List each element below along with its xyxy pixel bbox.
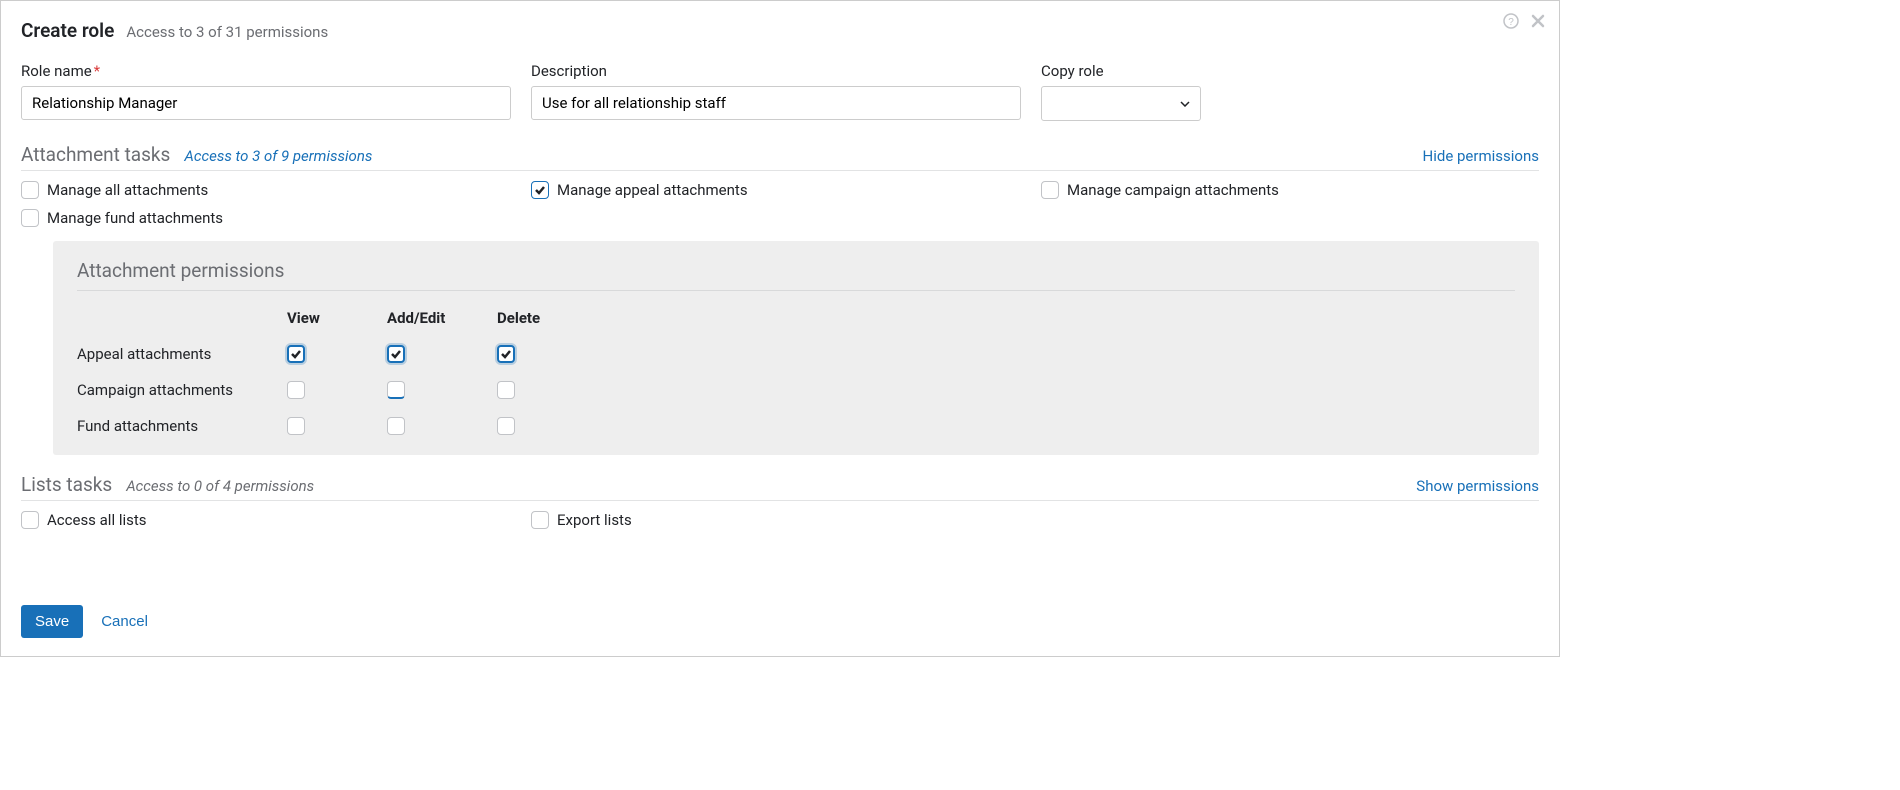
checkbox-manage-campaign-attachments[interactable] bbox=[1041, 181, 1059, 199]
col-head-view: View bbox=[287, 309, 387, 327]
role-name-group: Role name* bbox=[21, 62, 511, 121]
cancel-button[interactable]: Cancel bbox=[101, 613, 148, 630]
checkbox-export-lists[interactable] bbox=[531, 511, 549, 529]
cb-campaign-addedit[interactable] bbox=[387, 381, 405, 399]
chevron-down-icon bbox=[1180, 101, 1190, 107]
label-manage-appeal-attachments: Manage appeal attachments bbox=[557, 181, 748, 199]
modal-title: Create role bbox=[21, 19, 114, 42]
close-icon[interactable] bbox=[1531, 14, 1545, 28]
required-asterisk: * bbox=[94, 62, 100, 80]
header-icons: ? bbox=[1503, 13, 1545, 29]
label-manage-campaign-attachments: Manage campaign attachments bbox=[1067, 181, 1279, 199]
attachment-tasks-subtitle: Access to 3 of 9 permissions bbox=[184, 147, 372, 165]
lists-tasks-subtitle: Access to 0 of 4 permissions bbox=[126, 477, 314, 495]
attachment-tasks-row2: Manage fund attachments bbox=[21, 209, 1539, 227]
task-export-lists: Export lists bbox=[531, 511, 1041, 529]
cb-fund-view[interactable] bbox=[287, 417, 305, 435]
save-button[interactable]: Save bbox=[21, 605, 83, 638]
task-access-all-lists: Access all lists bbox=[21, 511, 531, 529]
checkbox-access-all-lists[interactable] bbox=[21, 511, 39, 529]
lists-tasks-title: Lists tasks bbox=[21, 473, 112, 496]
hide-permissions-link[interactable]: Hide permissions bbox=[1423, 147, 1539, 165]
attachment-tasks-title: Attachment tasks bbox=[21, 143, 170, 166]
task-manage-appeal-attachments: Manage appeal attachments bbox=[531, 181, 1041, 199]
cb-appeal-addedit[interactable] bbox=[387, 345, 405, 363]
label-manage-all-attachments: Manage all attachments bbox=[47, 181, 208, 199]
cb-campaign-delete[interactable] bbox=[497, 381, 515, 399]
role-name-label: Role name* bbox=[21, 62, 511, 80]
description-group: Description bbox=[531, 62, 1021, 121]
modal-header: Create role Access to 3 of 31 permission… bbox=[21, 19, 1539, 42]
lists-tasks-header: Lists tasks Access to 0 of 4 permissions… bbox=[21, 473, 1539, 501]
svg-text:?: ? bbox=[1508, 17, 1514, 28]
attachment-tasks-row1: Manage all attachments Manage appeal att… bbox=[21, 181, 1539, 199]
description-label: Description bbox=[531, 62, 1021, 80]
attachment-tasks-header: Attachment tasks Access to 3 of 9 permis… bbox=[21, 143, 1539, 171]
modal-footer: Save Cancel bbox=[21, 605, 148, 638]
copy-role-group: Copy role bbox=[1041, 62, 1201, 121]
row-fund-attachments: Fund attachments bbox=[77, 417, 287, 435]
checkbox-manage-all-attachments[interactable] bbox=[21, 181, 39, 199]
task-manage-all-attachments: Manage all attachments bbox=[21, 181, 531, 199]
cb-fund-addedit[interactable] bbox=[387, 417, 405, 435]
cb-campaign-view[interactable] bbox=[287, 381, 305, 399]
description-input[interactable] bbox=[531, 86, 1021, 120]
task-manage-fund-attachments: Manage fund attachments bbox=[21, 209, 531, 227]
lists-tasks-row: Access all lists Export lists bbox=[21, 511, 1539, 529]
cb-appeal-view[interactable] bbox=[287, 345, 305, 363]
attachment-permissions-panel: Attachment permissions View Add/Edit Del… bbox=[53, 241, 1539, 455]
attachment-permissions-title: Attachment permissions bbox=[77, 259, 1515, 291]
col-head-delete: Delete bbox=[497, 309, 597, 327]
copy-role-select[interactable] bbox=[1041, 86, 1201, 121]
cb-appeal-delete[interactable] bbox=[497, 345, 515, 363]
form-row: Role name* Description Copy role bbox=[21, 62, 1539, 121]
task-manage-campaign-attachments: Manage campaign attachments bbox=[1041, 181, 1551, 199]
checkbox-manage-fund-attachments[interactable] bbox=[21, 209, 39, 227]
col-head-addedit: Add/Edit bbox=[387, 309, 497, 327]
help-icon[interactable]: ? bbox=[1503, 13, 1519, 29]
copy-role-label: Copy role bbox=[1041, 62, 1201, 80]
create-role-modal: Create role Access to 3 of 31 permission… bbox=[0, 0, 1560, 657]
checkbox-manage-appeal-attachments[interactable] bbox=[531, 181, 549, 199]
label-access-all-lists: Access all lists bbox=[47, 511, 147, 529]
label-export-lists: Export lists bbox=[557, 511, 632, 529]
permissions-grid: View Add/Edit Delete Appeal attachments … bbox=[77, 309, 1515, 435]
row-appeal-attachments: Appeal attachments bbox=[77, 345, 287, 363]
role-name-input[interactable] bbox=[21, 86, 511, 120]
show-permissions-link[interactable]: Show permissions bbox=[1416, 477, 1539, 495]
modal-subtitle: Access to 3 of 31 permissions bbox=[126, 23, 328, 41]
row-campaign-attachments: Campaign attachments bbox=[77, 381, 287, 399]
cb-fund-delete[interactable] bbox=[497, 417, 515, 435]
label-manage-fund-attachments: Manage fund attachments bbox=[47, 209, 223, 227]
